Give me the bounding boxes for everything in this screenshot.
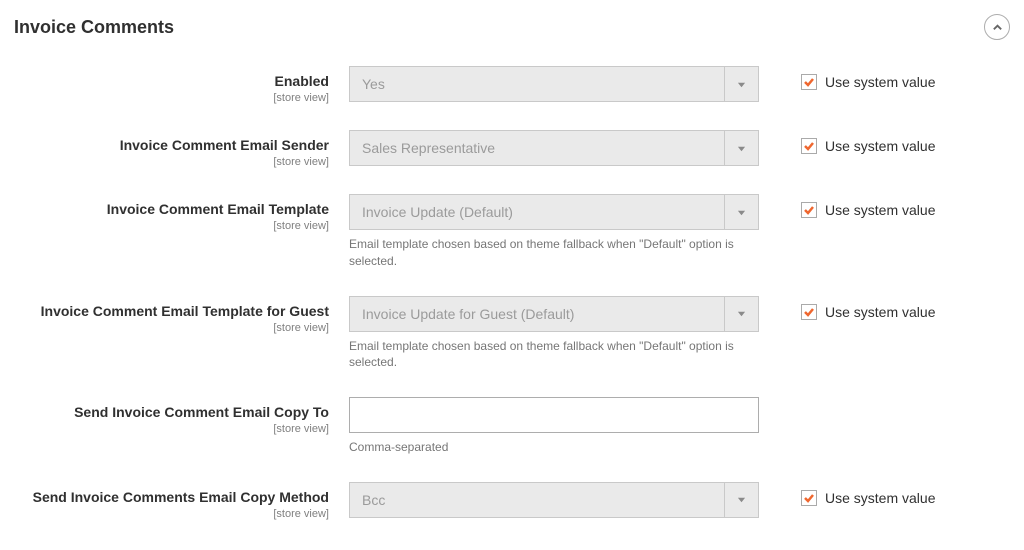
template-guest-select[interactable]: Invoice Update for Guest (Default) [349, 296, 759, 332]
caret-down-icon [737, 208, 746, 217]
label-col: Send Invoice Comment Email Copy To [stor… [14, 397, 349, 435]
use-system-label: Use system value [825, 74, 935, 90]
field-label: Enabled [275, 73, 329, 89]
collapse-toggle[interactable] [984, 14, 1010, 40]
field-col: Sales Representative [349, 130, 759, 166]
system-value-col: Use system value [759, 296, 935, 320]
caret-down-icon [737, 495, 746, 504]
select-value: Bcc [362, 492, 385, 508]
template-select[interactable]: Invoice Update (Default) [349, 194, 759, 230]
use-system-checkbox[interactable] [801, 74, 817, 90]
scope-label: [store view] [14, 322, 329, 334]
label-col: Enabled [store view] [14, 66, 349, 104]
check-icon [803, 204, 815, 216]
row-copy-method: Send Invoice Comments Email Copy Method … [14, 470, 1010, 520]
label-col: Invoice Comment Email Template [store vi… [14, 194, 349, 232]
check-icon [803, 492, 815, 504]
form-rows: Enabled [store view] Yes Use system valu… [14, 54, 1010, 520]
field-label: Send Invoice Comment Email Copy To [74, 404, 329, 420]
field-col: Invoice Update (Default) Email template … [349, 194, 759, 270]
scope-label: [store view] [14, 220, 329, 232]
select-arrow [724, 131, 758, 165]
label-col: Invoice Comment Email Template for Guest… [14, 296, 349, 334]
system-value-col: Use system value [759, 66, 935, 90]
row-enabled: Enabled [store view] Yes Use system valu… [14, 54, 1010, 104]
check-icon [803, 306, 815, 318]
use-system-label: Use system value [825, 304, 935, 320]
chevron-up-icon [992, 22, 1003, 33]
copy-to-input[interactable] [349, 397, 759, 433]
use-system-label: Use system value [825, 202, 935, 218]
field-col: Invoice Update for Guest (Default) Email… [349, 296, 759, 372]
enabled-select[interactable]: Yes [349, 66, 759, 102]
label-col: Send Invoice Comments Email Copy Method … [14, 482, 349, 520]
select-arrow [724, 483, 758, 517]
field-label: Invoice Comment Email Sender [120, 137, 329, 153]
use-system-checkbox[interactable] [801, 490, 817, 506]
row-template-guest: Invoice Comment Email Template for Guest… [14, 284, 1010, 372]
select-arrow [724, 297, 758, 331]
copy-method-select[interactable]: Bcc [349, 482, 759, 518]
caret-down-icon [737, 144, 746, 153]
field-col: Yes [349, 66, 759, 102]
caret-down-icon [737, 309, 746, 318]
scope-label: [store view] [14, 423, 329, 435]
sender-select[interactable]: Sales Representative [349, 130, 759, 166]
system-value-col: Use system value [759, 194, 935, 218]
field-label: Send Invoice Comments Email Copy Method [33, 489, 329, 505]
check-icon [803, 140, 815, 152]
section-title: Invoice Comments [14, 17, 174, 38]
system-value-col: Use system value [759, 130, 935, 154]
select-arrow [724, 195, 758, 229]
field-label: Invoice Comment Email Template for Guest [41, 303, 329, 319]
check-icon [803, 76, 815, 88]
field-note: Comma-separated [349, 439, 759, 456]
row-copy-to: Send Invoice Comment Email Copy To [stor… [14, 385, 1010, 456]
scope-label: [store view] [14, 92, 329, 104]
row-sender: Invoice Comment Email Sender [store view… [14, 118, 1010, 168]
field-label: Invoice Comment Email Template [107, 201, 329, 217]
use-system-checkbox[interactable] [801, 304, 817, 320]
field-note: Email template chosen based on theme fal… [349, 236, 759, 270]
select-value: Invoice Update (Default) [362, 204, 513, 220]
select-value: Yes [362, 76, 385, 92]
caret-down-icon [737, 80, 746, 89]
select-value: Sales Representative [362, 140, 495, 156]
select-value: Invoice Update for Guest (Default) [362, 306, 574, 322]
use-system-label: Use system value [825, 490, 935, 506]
scope-label: [store view] [14, 156, 329, 168]
field-note: Email template chosen based on theme fal… [349, 338, 759, 372]
select-arrow [724, 67, 758, 101]
scope-label: [store view] [14, 508, 329, 520]
invoice-comments-section: Invoice Comments Enabled [store view] Ye… [0, 0, 1024, 550]
use-system-checkbox[interactable] [801, 202, 817, 218]
field-col: Comma-separated [349, 397, 759, 456]
system-value-col [759, 397, 801, 405]
section-header: Invoice Comments [14, 10, 1010, 54]
field-col: Bcc [349, 482, 759, 518]
use-system-checkbox[interactable] [801, 138, 817, 154]
label-col: Invoice Comment Email Sender [store view… [14, 130, 349, 168]
row-template: Invoice Comment Email Template [store vi… [14, 182, 1010, 270]
system-value-col: Use system value [759, 482, 935, 506]
use-system-label: Use system value [825, 138, 935, 154]
